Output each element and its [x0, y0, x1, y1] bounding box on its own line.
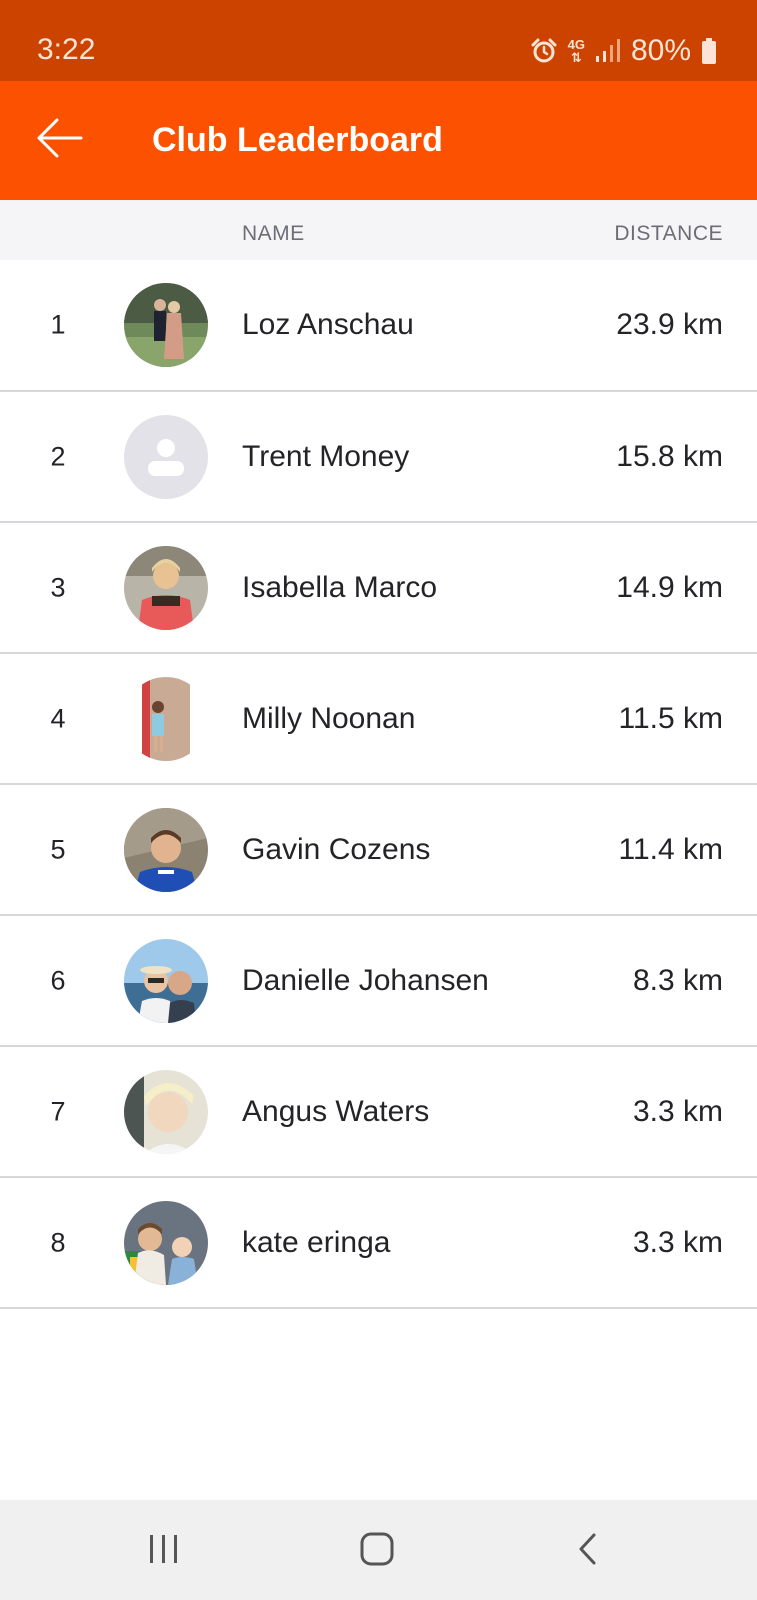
column-header: NAME DISTANCE: [0, 200, 757, 260]
column-name-header: NAME: [242, 222, 305, 245]
home-icon: [359, 1531, 395, 1572]
athlete-name[interactable]: Isabella Marco: [242, 571, 437, 605]
network-label: 4G: [567, 37, 585, 52]
athlete-name[interactable]: Gavin Cozens: [242, 833, 430, 867]
distance-value: 11.4 km: [618, 832, 724, 866]
distance-value: 3.3 km: [632, 1094, 723, 1128]
athlete-name[interactable]: Danielle Johansen: [242, 964, 489, 998]
rank: 1: [50, 309, 66, 340]
leaderboard-row[interactable]: 6 Danielle Johansen 8.3 km: [0, 916, 757, 1047]
rank: 6: [50, 965, 66, 995]
leaderboard-list: 1 Loz Anschau 23.9 km 2 Trent Money 15.8…: [0, 260, 757, 1309]
avatar[interactable]: [124, 938, 208, 1023]
rank: 7: [50, 1096, 66, 1126]
recents-button[interactable]: [139, 1528, 189, 1574]
page-title: Club Leaderboard: [152, 121, 443, 159]
rank: 8: [50, 1227, 66, 1257]
rank: 5: [50, 834, 66, 864]
leaderboard-row[interactable]: 8 kate eringa 3.3 km: [0, 1178, 757, 1309]
distance-value: 8.3 km: [632, 963, 723, 997]
rank: 4: [50, 703, 66, 733]
status-time: 3:22: [37, 33, 96, 66]
athlete-name[interactable]: Angus Waters: [242, 1095, 429, 1129]
status-icons: 4G ⇅ 80%: [530, 33, 717, 69]
column-distance-header: DISTANCE: [614, 222, 723, 245]
battery-icon: [701, 37, 717, 65]
athlete-name[interactable]: Trent Money: [242, 440, 409, 474]
athlete-name[interactable]: Loz Anschau: [242, 308, 414, 342]
system-nav-bar: [0, 1500, 757, 1600]
signal-icon: [595, 38, 621, 64]
status-bar: 3:22 4G ⇅ 80%: [0, 0, 757, 81]
screen: 3:22 4G ⇅ 80% Club Leaderboard NAME DIST…: [0, 0, 757, 1600]
network-icon: 4G ⇅: [567, 37, 585, 65]
leaderboard-row[interactable]: 3 Isabella Marco 14.9 km: [0, 523, 757, 654]
app-bar: Club Leaderboard: [0, 81, 757, 200]
avatar[interactable]: [124, 545, 208, 630]
back-chevron-icon: [576, 1532, 600, 1571]
distance-value: 15.8 km: [616, 439, 723, 473]
default-person-icon: [124, 414, 208, 499]
leaderboard-row[interactable]: 1 Loz Anschau 23.9 km: [0, 260, 757, 392]
leaderboard-row[interactable]: 2 Trent Money 15.8 km: [0, 392, 757, 523]
avatar[interactable]: [124, 1069, 208, 1154]
distance-value: 14.9 km: [616, 570, 723, 604]
avatar[interactable]: [124, 676, 208, 761]
athlete-name[interactable]: Milly Noonan: [242, 702, 415, 736]
alarm-icon: [530, 37, 558, 65]
back-button[interactable]: [30, 111, 88, 169]
rank: 2: [50, 441, 66, 471]
distance-value: 11.5 km: [618, 701, 724, 735]
distance-value: 23.9 km: [616, 308, 723, 341]
leaderboard-row[interactable]: 5 Gavin Cozens 11.4 km: [0, 785, 757, 916]
recents-icon: [147, 1533, 181, 1570]
leaderboard-row[interactable]: 4 Milly Noonan 11.5 km: [0, 654, 757, 785]
system-back-button[interactable]: [563, 1528, 613, 1574]
arrow-left-icon: [35, 118, 83, 163]
distance-value: 3.3 km: [632, 1225, 723, 1259]
leaderboard-row[interactable]: 7 Angus Waters 3.3 km: [0, 1047, 757, 1178]
battery-percent: 80%: [630, 34, 691, 67]
avatar[interactable]: [124, 283, 208, 367]
avatar[interactable]: [124, 414, 208, 499]
avatar[interactable]: [124, 1200, 208, 1285]
avatar[interactable]: [124, 807, 208, 892]
home-button[interactable]: [352, 1528, 402, 1574]
rank: 3: [50, 572, 66, 602]
athlete-name[interactable]: kate eringa: [242, 1226, 390, 1260]
